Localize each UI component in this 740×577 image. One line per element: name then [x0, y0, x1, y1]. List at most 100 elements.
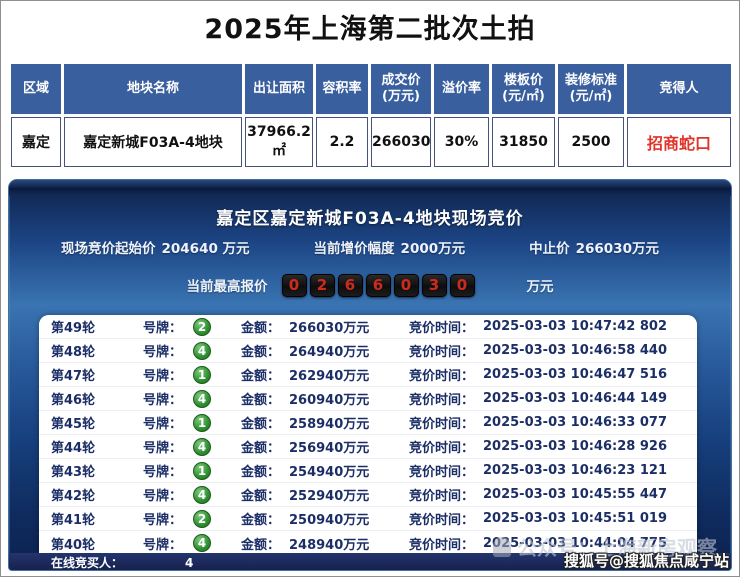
bid-time: 2025-03-03 10:46:28 926 [483, 439, 668, 454]
current-bid-label: 当前最高报价 [186, 279, 268, 295]
cell-floor-price: 31850 [492, 117, 555, 167]
badge-label: 号牌： [143, 441, 183, 456]
round-label: 第41轮 [51, 513, 96, 528]
bidder-number-badge: 4 [193, 389, 211, 408]
bid-time: 2025-03-03 10:45:51 019 [483, 511, 668, 526]
time-label: 竞价时间： [409, 441, 475, 456]
bid-digit: 6 [337, 273, 363, 297]
amount-label: 金额： [241, 345, 281, 360]
bid-time: 2025-03-03 10:46:47 516 [483, 367, 668, 382]
amount-label: 金额： [241, 489, 281, 504]
col-header-winner: 竞得人 [627, 64, 731, 114]
bid-amount: 252940万元 [289, 489, 370, 504]
increment-step-value: 2000万元 [400, 241, 466, 257]
cell-area: 37966.2㎡ [245, 117, 313, 167]
cell-decoration: 2500 [558, 117, 624, 167]
round-label: 第46轮 [51, 393, 96, 408]
page-title: 2025年上海第二批次土拍 [204, 14, 536, 45]
badge-label: 号牌： [143, 369, 183, 384]
bid-time: 2025-03-03 10:46:33 077 [483, 415, 668, 430]
bid-time: 2025-03-03 10:47:42 802 [483, 319, 668, 334]
amount-label: 金额： [241, 369, 281, 384]
cell-premium: 30% [434, 117, 489, 167]
bidder-number-badge: 4 [193, 341, 211, 360]
cell-price: 266030 [371, 117, 431, 167]
current-highest-bid-display: 当前最高报价 0 2 6 6 0 3 0 万元 [9, 270, 731, 300]
col-header-decoration: 装修标准 (元/㎡) [558, 64, 624, 114]
table-header-row: 区域 地块名称 出让面积 容积率 成交价 (万元) 溢价率 楼板价 (元/㎡) … [11, 64, 731, 114]
increment-step-label: 当前增价幅度 [313, 241, 395, 257]
bid-amount: 262940万元 [289, 369, 370, 384]
land-summary-table: 区域 地块名称 出让面积 容积率 成交价 (万元) 溢价率 楼板价 (元/㎡) … [8, 61, 734, 170]
bid-row: 第49轮 号牌： 2 金额： 266030万元 竞价时间： 2025-03-03… [39, 315, 697, 339]
bidder-number-badge: 1 [193, 365, 211, 384]
amount-label: 金额： [241, 465, 281, 480]
time-label: 竞价时间： [409, 513, 475, 528]
round-label: 第48轮 [51, 345, 96, 360]
bid-amount: 266030万元 [289, 321, 370, 336]
bid-row: 第41轮 号牌： 2 金额： 250940万元 竞价时间： 2025-03-03… [39, 507, 697, 531]
amount-label: 金额： [241, 513, 281, 528]
cell-parcel: 嘉定新城F03A-4地块 [64, 117, 242, 167]
bid-time: 2025-03-03 10:44:04 775 [483, 535, 668, 551]
round-label: 第47轮 [51, 369, 96, 384]
bid-digit: 2 [309, 273, 335, 297]
bid-amount: 250940万元 [289, 513, 370, 528]
badge-label: 号牌： [143, 417, 183, 432]
badge-label: 号牌： [143, 465, 183, 480]
bid-row: 第40轮 号牌： 4 金额： 248940万元 竞价时间： 2025-03-03… [39, 531, 697, 555]
bid-amount: 264940万元 [289, 345, 370, 360]
bidder-number-badge: 4 [193, 534, 211, 552]
bid-time: 2025-03-03 10:46:44 149 [483, 391, 668, 406]
time-label: 竞价时间： [409, 417, 475, 432]
bid-digit: 0 [281, 273, 307, 297]
bidder-number-badge: 1 [193, 413, 211, 432]
increment-step: 当前增价幅度 2000万元 [314, 237, 466, 257]
col-header-floor-price: 楼板价 (元/㎡) [492, 64, 555, 114]
amount-label: 金额： [241, 321, 281, 336]
bidder-number-badge: 4 [193, 437, 211, 456]
bidder-number-badge: 2 [193, 317, 211, 336]
bid-row: 第43轮 号牌： 1 金额： 254940万元 竞价时间： 2025-03-03… [39, 459, 697, 483]
bid-time: 2025-03-03 10:46:23 121 [483, 463, 668, 478]
round-label: 第40轮 [51, 537, 96, 553]
bid-row: 第45轮 号牌： 1 金额： 258940万元 竞价时间： 2025-03-03… [39, 411, 697, 435]
table-data-row: 嘉定 嘉定新城F03A-4地块 37966.2㎡ 2.2 266030 30% … [11, 117, 731, 167]
start-price-label: 现场竞价起始价 [61, 241, 156, 257]
badge-label: 号牌： [143, 513, 183, 528]
col-header-price: 成交价 (万元) [371, 64, 431, 114]
bid-time: 2025-03-03 10:45:55 447 [483, 487, 668, 502]
bid-amount: 254940万元 [289, 465, 370, 480]
cell-far: 2.2 [316, 117, 368, 167]
badge-label: 号牌： [143, 321, 183, 336]
bid-history-list[interactable]: 第49轮 号牌： 2 金额： 266030万元 竞价时间： 2025-03-03… [39, 315, 697, 555]
bid-row: 第42轮 号牌： 4 金额： 252940万元 竞价时间： 2025-03-03… [39, 483, 697, 507]
online-bidders-count: 4 [185, 555, 194, 570]
bid-digit: 0 [393, 273, 419, 297]
bid-digit: 6 [365, 273, 391, 297]
cutoff-price-label: 中止价 [529, 241, 570, 257]
badge-label: 号牌： [143, 489, 183, 504]
amount-label: 金额： [241, 441, 281, 456]
time-label: 竞价时间： [409, 465, 475, 480]
live-auction-panel: 嘉定区嘉定新城F03A-4地块现场竞价 现场竞价起始价 204640 万元 当前增… [8, 179, 732, 571]
amount-label: 金额： [241, 393, 281, 408]
time-label: 竞价时间： [409, 489, 475, 504]
bid-row: 第47轮 号牌： 1 金额： 262940万元 竞价时间： 2025-03-03… [39, 363, 697, 387]
round-label: 第45轮 [51, 417, 96, 432]
time-label: 竞价时间： [409, 345, 475, 360]
bid-amount: 260940万元 [289, 393, 370, 408]
bidder-number-badge: 4 [193, 485, 211, 504]
bid-amount: 248940万元 [289, 537, 370, 553]
round-label: 第42轮 [51, 489, 96, 504]
bid-digit: 0 [449, 273, 475, 297]
bid-digit-display: 0 2 6 6 0 3 0 [281, 273, 475, 297]
round-label: 第43轮 [51, 465, 96, 480]
cutoff-price: 中止价 266030万元 [529, 237, 659, 257]
auction-info-row: 现场竞价起始价 204640 万元 当前增价幅度 2000万元 中止价 266030万… [9, 237, 731, 257]
time-label: 竞价时间： [409, 393, 475, 408]
bid-time: 2025-03-03 10:46:58 440 [483, 343, 668, 358]
bidder-number-badge: 1 [193, 461, 211, 480]
cell-district: 嘉定 [11, 117, 61, 167]
cutoff-price-value: 266030万元 [575, 241, 659, 257]
